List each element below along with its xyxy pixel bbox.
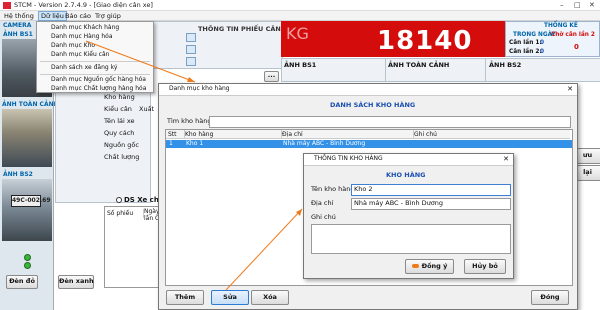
menu-bar: Hệ thống Dữ liệu Báo cáo Trợ giúp — [0, 11, 600, 21]
kho-window-title: Danh mục kho hàng — [169, 85, 230, 92]
col-dia-chi[interactable]: Địa chỉ — [280, 130, 414, 139]
minimize-button[interactable]: – — [560, 1, 564, 9]
row-kho: Kho 1 — [186, 140, 204, 147]
them-button[interactable]: Thêm — [166, 290, 204, 305]
info-dialog-title: THÔNG TIN KHO HÀNG — [314, 155, 383, 162]
close-icon[interactable]: ✕ — [567, 85, 573, 93]
menu-item-nguon-goc[interactable]: Danh mục Nguồn gốc hàng hóa — [51, 76, 146, 83]
menu-du-lieu[interactable]: Dữ liệu — [38, 11, 67, 21]
dia-chi-input[interactable]: Nhà máy ABC - Bình Dương — [351, 198, 511, 210]
sua-button[interactable]: Sửa — [211, 290, 249, 305]
can-lan-2-value: 0 — [540, 49, 545, 55]
stats-title: THỐNG KÊ — [544, 23, 578, 29]
row-stt: 1 — [169, 140, 173, 147]
camera-toan-canh-label: ẢNH TOÀN CẢNH — [2, 101, 59, 108]
ghi-chu-label: Ghi chú — [311, 213, 336, 221]
xoa-button[interactable]: Xóa — [251, 290, 289, 305]
kieu-can-label: Kiểu cân — [104, 105, 132, 113]
search-label: Tìm kho hàng — [167, 117, 212, 125]
menu-bao-cao[interactable]: Báo cáo — [65, 12, 91, 20]
stats-trong-ngay: TRONG NGÀY — [513, 32, 556, 38]
table-row[interactable]: 1 Kho 1 Nhà máy ABC - Bình Dương — [166, 140, 572, 148]
thong-tin-phieu-can-heading: THÔNG TIN PHIẾU CÂN — [198, 25, 281, 33]
ten-kho-label: Tên kho hàng — [311, 185, 355, 193]
ten-lai-xe-label: Tên lái xe — [104, 117, 135, 125]
menu-item-khach-hang[interactable]: Danh mục Khách hàng — [51, 24, 119, 31]
row-dia-chi: Nhà máy ABC - Bình Dương — [283, 140, 366, 147]
menu-separator — [40, 61, 150, 62]
arrow-head-1 — [187, 77, 195, 82]
cho-can-value: 0 — [574, 43, 579, 51]
maximize-button[interactable]: □ — [574, 1, 581, 9]
arrow-icon — [411, 264, 419, 268]
menu-item-chat-luong[interactable]: Danh mục Chất lượng hàng hóa — [51, 85, 146, 92]
close-button[interactable]: ✕ — [589, 1, 595, 9]
quy-cach-label: Quy cách — [104, 129, 135, 137]
col-ghi-chu[interactable]: Ghi chú — [412, 130, 570, 139]
dong-y-button[interactable]: Đồng ý — [405, 259, 454, 274]
scale-value: 18140 — [377, 26, 473, 56]
info-heading: KHO HÀNG — [386, 171, 426, 179]
license-plate: 49C-002.69 — [11, 195, 51, 207]
stats-panel: THỐNG KÊ TRONG NGÀY Cân lần 1: 0 Cân lần… — [505, 21, 600, 57]
green-light-icon — [24, 254, 31, 261]
dong-button[interactable]: Đóng — [531, 290, 569, 305]
scale-display: KG 18140 — [281, 21, 505, 57]
dong-y-label: Đồng ý — [421, 262, 448, 270]
menu-item-hang-hoa[interactable]: Danh mục Hàng hóa — [51, 33, 113, 40]
camera-bs1-label: ẢNH BS1 — [3, 31, 33, 38]
anh-bs1-label: ẢNH BS1 — [284, 61, 317, 69]
chat-luong-label: Chất lượng — [104, 153, 140, 161]
window-titlebar: STCM - Version 2.7.4.9 - [Giao diện cân … — [0, 0, 600, 11]
close-icon[interactable]: ✕ — [503, 155, 509, 163]
nguon-goc-label: Nguồn gốc — [104, 141, 139, 149]
du-lieu-dropdown: Danh mục Khách hàng Danh mục Hàng hóa Da… — [36, 21, 154, 93]
den-xanh-button[interactable]: Đèn xanh — [58, 275, 94, 289]
link-icon[interactable] — [186, 57, 196, 66]
link-icon[interactable] — [186, 33, 196, 42]
link-icon[interactable] — [186, 45, 196, 54]
radio-icon[interactable] — [116, 197, 122, 203]
camera-label: CAMERA — [3, 22, 32, 29]
menu-item-kho[interactable]: Danh mục Kho — [51, 42, 95, 49]
menu-item-xe-dang-ky[interactable]: Danh sách xe đăng ký — [51, 64, 117, 71]
search-kho-input[interactable] — [209, 116, 571, 128]
can-lan-2-label: Cân lần 2: — [509, 49, 542, 55]
scale-unit: KG — [286, 24, 309, 43]
huy-bo-button[interactable]: Hủy bỏ — [464, 259, 506, 274]
kho-hang-label: Kho hàng — [104, 93, 135, 101]
ds-xe-heading: DS Xe ch — [124, 196, 159, 204]
camera-bs2-label: ẢNH BS2 — [3, 171, 33, 178]
app-icon — [3, 2, 11, 9]
kho-info-dialog: THÔNG TIN KHO HÀNG ✕ KHO HÀNG Tên kho hà… — [303, 153, 514, 279]
browse-button[interactable]: ... — [264, 71, 279, 82]
menu-tro-giup[interactable]: Trợ giúp — [95, 12, 121, 20]
camera-bs2-image: 49C-002.69 — [2, 179, 52, 241]
green-light-icon — [24, 262, 31, 269]
kho-list-heading: DANH SÁCH KHO HÀNG — [330, 101, 416, 109]
anh-bs2-label: ẢNH BS2 — [489, 61, 522, 69]
info-dialog-titlebar: THÔNG TIN KHO HÀNG ✕ — [304, 154, 513, 166]
can-lan-1-value: 0 — [540, 40, 545, 46]
kieu-can-value: Xuất — [139, 105, 155, 113]
col-so-phieu: Số phiếu — [105, 209, 144, 218]
col-kho-hang[interactable]: Kho hàng — [183, 130, 282, 139]
ds-xe-grid: Số phiếu Ngày lần C — [104, 206, 163, 288]
cho-can-label: Chờ cân lần 2 — [551, 32, 595, 38]
dia-chi-label: Địa chỉ — [311, 199, 334, 207]
den-do-button[interactable]: Đèn đỏ — [6, 275, 38, 289]
menu-he-thong[interactable]: Hệ thống — [4, 12, 34, 20]
menu-separator — [40, 74, 150, 75]
menu-item-kieu-can[interactable]: Danh mục Kiểu cân — [51, 51, 109, 58]
ten-kho-input[interactable]: Kho 2 — [351, 184, 511, 196]
anh-toan-canh-label: ẢNH TOÀN CẢNH — [388, 61, 450, 69]
camera-toan-canh-image — [2, 109, 52, 167]
can-lan-1-label: Cân lần 1: — [509, 40, 542, 46]
kho-window-titlebar: Danh mục kho hàng ✕ — [159, 84, 577, 96]
window-title: STCM - Version 2.7.4.9 - [Giao diện cân … — [14, 1, 153, 9]
ghi-chu-input[interactable] — [311, 224, 511, 254]
